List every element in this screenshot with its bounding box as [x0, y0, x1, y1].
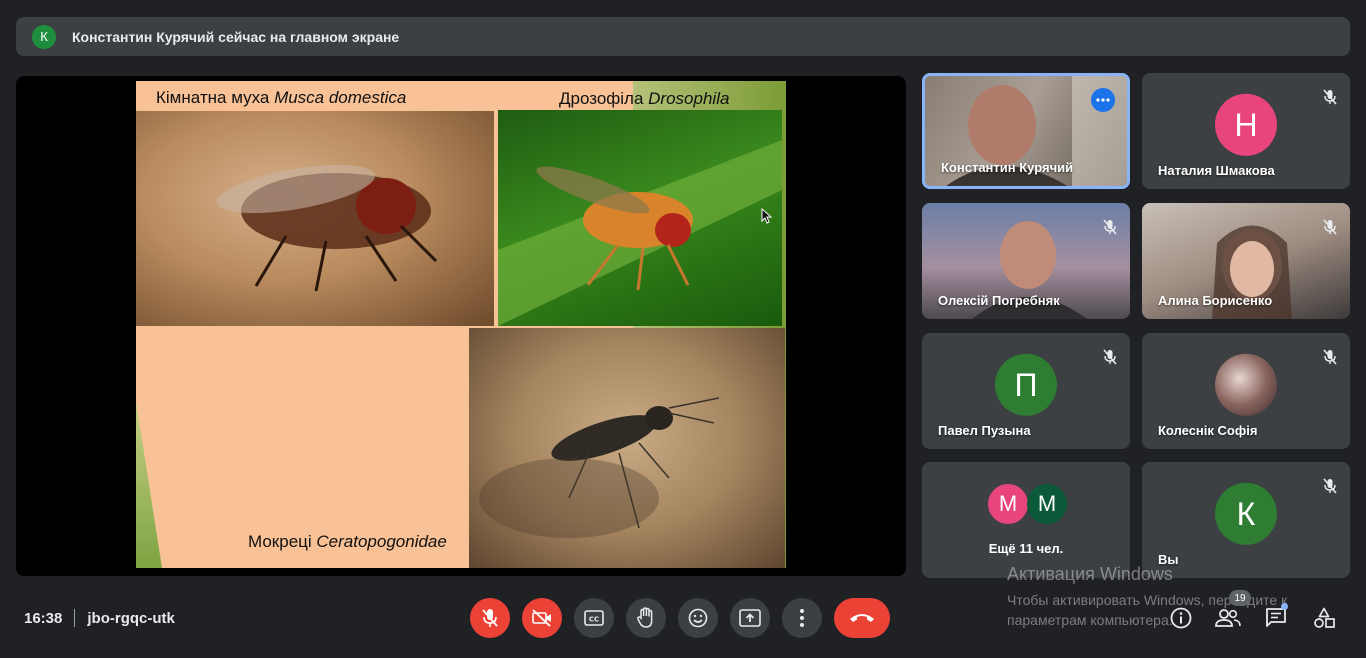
presentation-banner-text: Константин Курячий сейчас на главном экр… [72, 28, 400, 45]
participants-count-badge: 19 [1229, 590, 1251, 606]
camera-toggle-button[interactable] [522, 598, 562, 638]
caption-drosophila: Дрозофіла Drosophila [559, 89, 730, 108]
caption-midges: Мокреці Ceratopogonidae [248, 532, 447, 551]
more-options-icon[interactable] [1091, 88, 1115, 112]
more-vert-icon [800, 609, 804, 627]
watermark-line2: параметрам компьютера. [1007, 612, 1173, 628]
participant-avatar: М [1027, 484, 1067, 524]
activities-button[interactable] [1310, 604, 1338, 632]
presentation-stage[interactable]: Кімнатна муха Musca domestica Дрозофіла … [16, 76, 906, 576]
more-participants-tile[interactable]: М М Ещё 11 чел. [922, 462, 1130, 578]
participant-tile-pavel[interactable]: П Павел Пузына [922, 333, 1130, 449]
present-screen-icon [739, 609, 761, 627]
participant-photo-avatar [1215, 353, 1277, 416]
participant-name: Наталия Шмакова [1158, 163, 1275, 178]
emoji-button[interactable] [678, 598, 718, 638]
emoji-icon [688, 608, 708, 628]
camera-off-icon [532, 609, 551, 627]
slide-decoration-leaf [136, 401, 162, 568]
participant-avatar: К [1215, 482, 1277, 545]
raise-hand-button[interactable] [626, 598, 666, 638]
meeting-info: 16:38 jbo-rgqc-utk [24, 607, 175, 629]
watermark-title: Активация Windows [1007, 564, 1173, 584]
people-icon [1215, 609, 1241, 627]
meeting-code[interactable]: jbo-rgqc-utk [87, 610, 175, 627]
participants-button[interactable] [1214, 604, 1242, 632]
presenter-avatar: К [32, 24, 56, 49]
drosophila-photo [498, 110, 782, 326]
mic-off-icon [1098, 345, 1122, 369]
mic-off-icon [1098, 215, 1122, 239]
leave-call-button[interactable] [834, 598, 890, 638]
shared-slide: Кімнатна муха Musca domestica Дрозофіла … [136, 81, 786, 568]
raise-hand-icon [637, 607, 653, 628]
more-options-button[interactable] [782, 598, 822, 638]
info-icon [1170, 607, 1192, 629]
mic-off-icon [482, 609, 498, 627]
mic-off-icon [1318, 474, 1342, 498]
self-tile[interactable]: К Вы [1142, 462, 1350, 578]
participant-avatar: П [995, 353, 1057, 416]
midge-photo [469, 328, 785, 568]
participant-name: Павел Пузына [938, 423, 1031, 438]
presentation-banner: К Константин Курячий сейчас на главном э… [16, 17, 1350, 56]
svg-text:CC: CC [589, 616, 599, 624]
divider [74, 609, 76, 627]
participant-name: Олексій Погребняк [938, 293, 1060, 308]
hang-up-icon [850, 614, 874, 622]
caption-housefly: Кімнатна муха Musca domestica [156, 88, 407, 107]
chat-icon [1266, 608, 1286, 627]
participant-name: Алина Борисенко [1158, 293, 1273, 308]
meeting-details-button[interactable] [1167, 604, 1195, 632]
mic-toggle-button[interactable] [470, 598, 510, 638]
participant-tile-konstantin[interactable]: Константин Курячий [922, 73, 1130, 189]
more-participants-label: Ещё 11 чел. [988, 541, 1064, 556]
present-button[interactable] [730, 598, 770, 638]
mic-off-icon [1318, 85, 1342, 109]
participant-avatar: М [988, 484, 1028, 524]
activities-icon [1314, 607, 1335, 628]
participant-tile-sofiya[interactable]: Колеснік Софія [1142, 333, 1350, 449]
participant-tile-alina[interactable]: Алина Борисенко [1142, 203, 1350, 319]
participant-name: Константин Курячий [941, 160, 1074, 175]
mouse-cursor-icon [761, 208, 773, 224]
mic-off-icon [1318, 345, 1342, 369]
housefly-photo [136, 111, 494, 326]
chat-notification-dot [1281, 603, 1288, 610]
clock: 16:38 [24, 609, 63, 627]
participant-tile-oleksiy[interactable]: Олексій Погребняк [922, 203, 1130, 319]
participant-avatar: Н [1215, 93, 1277, 156]
participant-name: Колеснік Софія [1158, 423, 1258, 438]
mic-off-icon [1318, 215, 1342, 239]
participant-tile-nataliya[interactable]: Н Наталия Шмакова [1142, 73, 1350, 189]
captions-button[interactable]: CC [574, 598, 614, 638]
captions-icon: CC [584, 610, 604, 626]
